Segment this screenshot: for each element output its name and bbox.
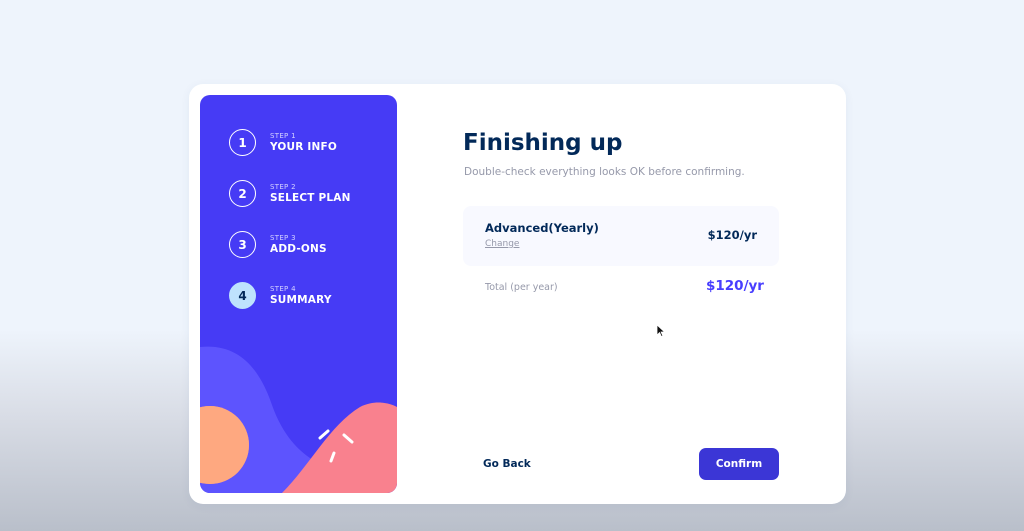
mouse-pointer-icon — [656, 324, 666, 338]
step-item-add-ons[interactable]: 3 STEP 3 ADD-ONS — [229, 231, 327, 258]
change-plan-link[interactable]: Change — [485, 239, 519, 249]
step-item-your-info[interactable]: 1 STEP 1 YOUR INFO — [229, 129, 337, 156]
step-number: 1 — [229, 129, 256, 156]
step-number: 3 — [229, 231, 256, 258]
page-title: Finishing up — [463, 130, 623, 156]
step-label: STEP 2 — [270, 182, 296, 191]
step-title: SELECT PLAN — [270, 191, 351, 204]
go-back-button[interactable]: Go Back — [483, 458, 531, 470]
step-title: ADD-ONS — [270, 242, 327, 255]
total-price: $120/yr — [706, 278, 764, 294]
plan-summary-box: Advanced(Yearly) Change $120/yr — [463, 206, 779, 266]
plan-price: $120/yr — [707, 228, 757, 242]
step-title: YOUR INFO — [270, 140, 338, 153]
step-title: SUMMARY — [270, 293, 332, 306]
form-card: 1 STEP 1 YOUR INFO 2 STEP 2 SELECT PLAN … — [189, 84, 846, 504]
step-label: STEP 1 — [270, 131, 296, 140]
step-number: 2 — [229, 180, 256, 207]
step-label: STEP 4 — [270, 284, 296, 293]
confirm-button[interactable]: Confirm — [699, 448, 779, 480]
step-item-select-plan[interactable]: 2 STEP 2 SELECT PLAN — [229, 180, 351, 207]
plan-name: Advanced(Yearly) — [485, 221, 599, 235]
step-number: 4 — [229, 282, 256, 309]
total-label: Total (per year) — [485, 282, 558, 293]
step-item-summary[interactable]: 4 STEP 4 SUMMARY — [229, 282, 332, 309]
page-subtitle: Double-check everything looks OK before … — [464, 166, 745, 178]
step-sidebar: 1 STEP 1 YOUR INFO 2 STEP 2 SELECT PLAN … — [200, 95, 397, 493]
step-label: STEP 3 — [270, 233, 296, 242]
